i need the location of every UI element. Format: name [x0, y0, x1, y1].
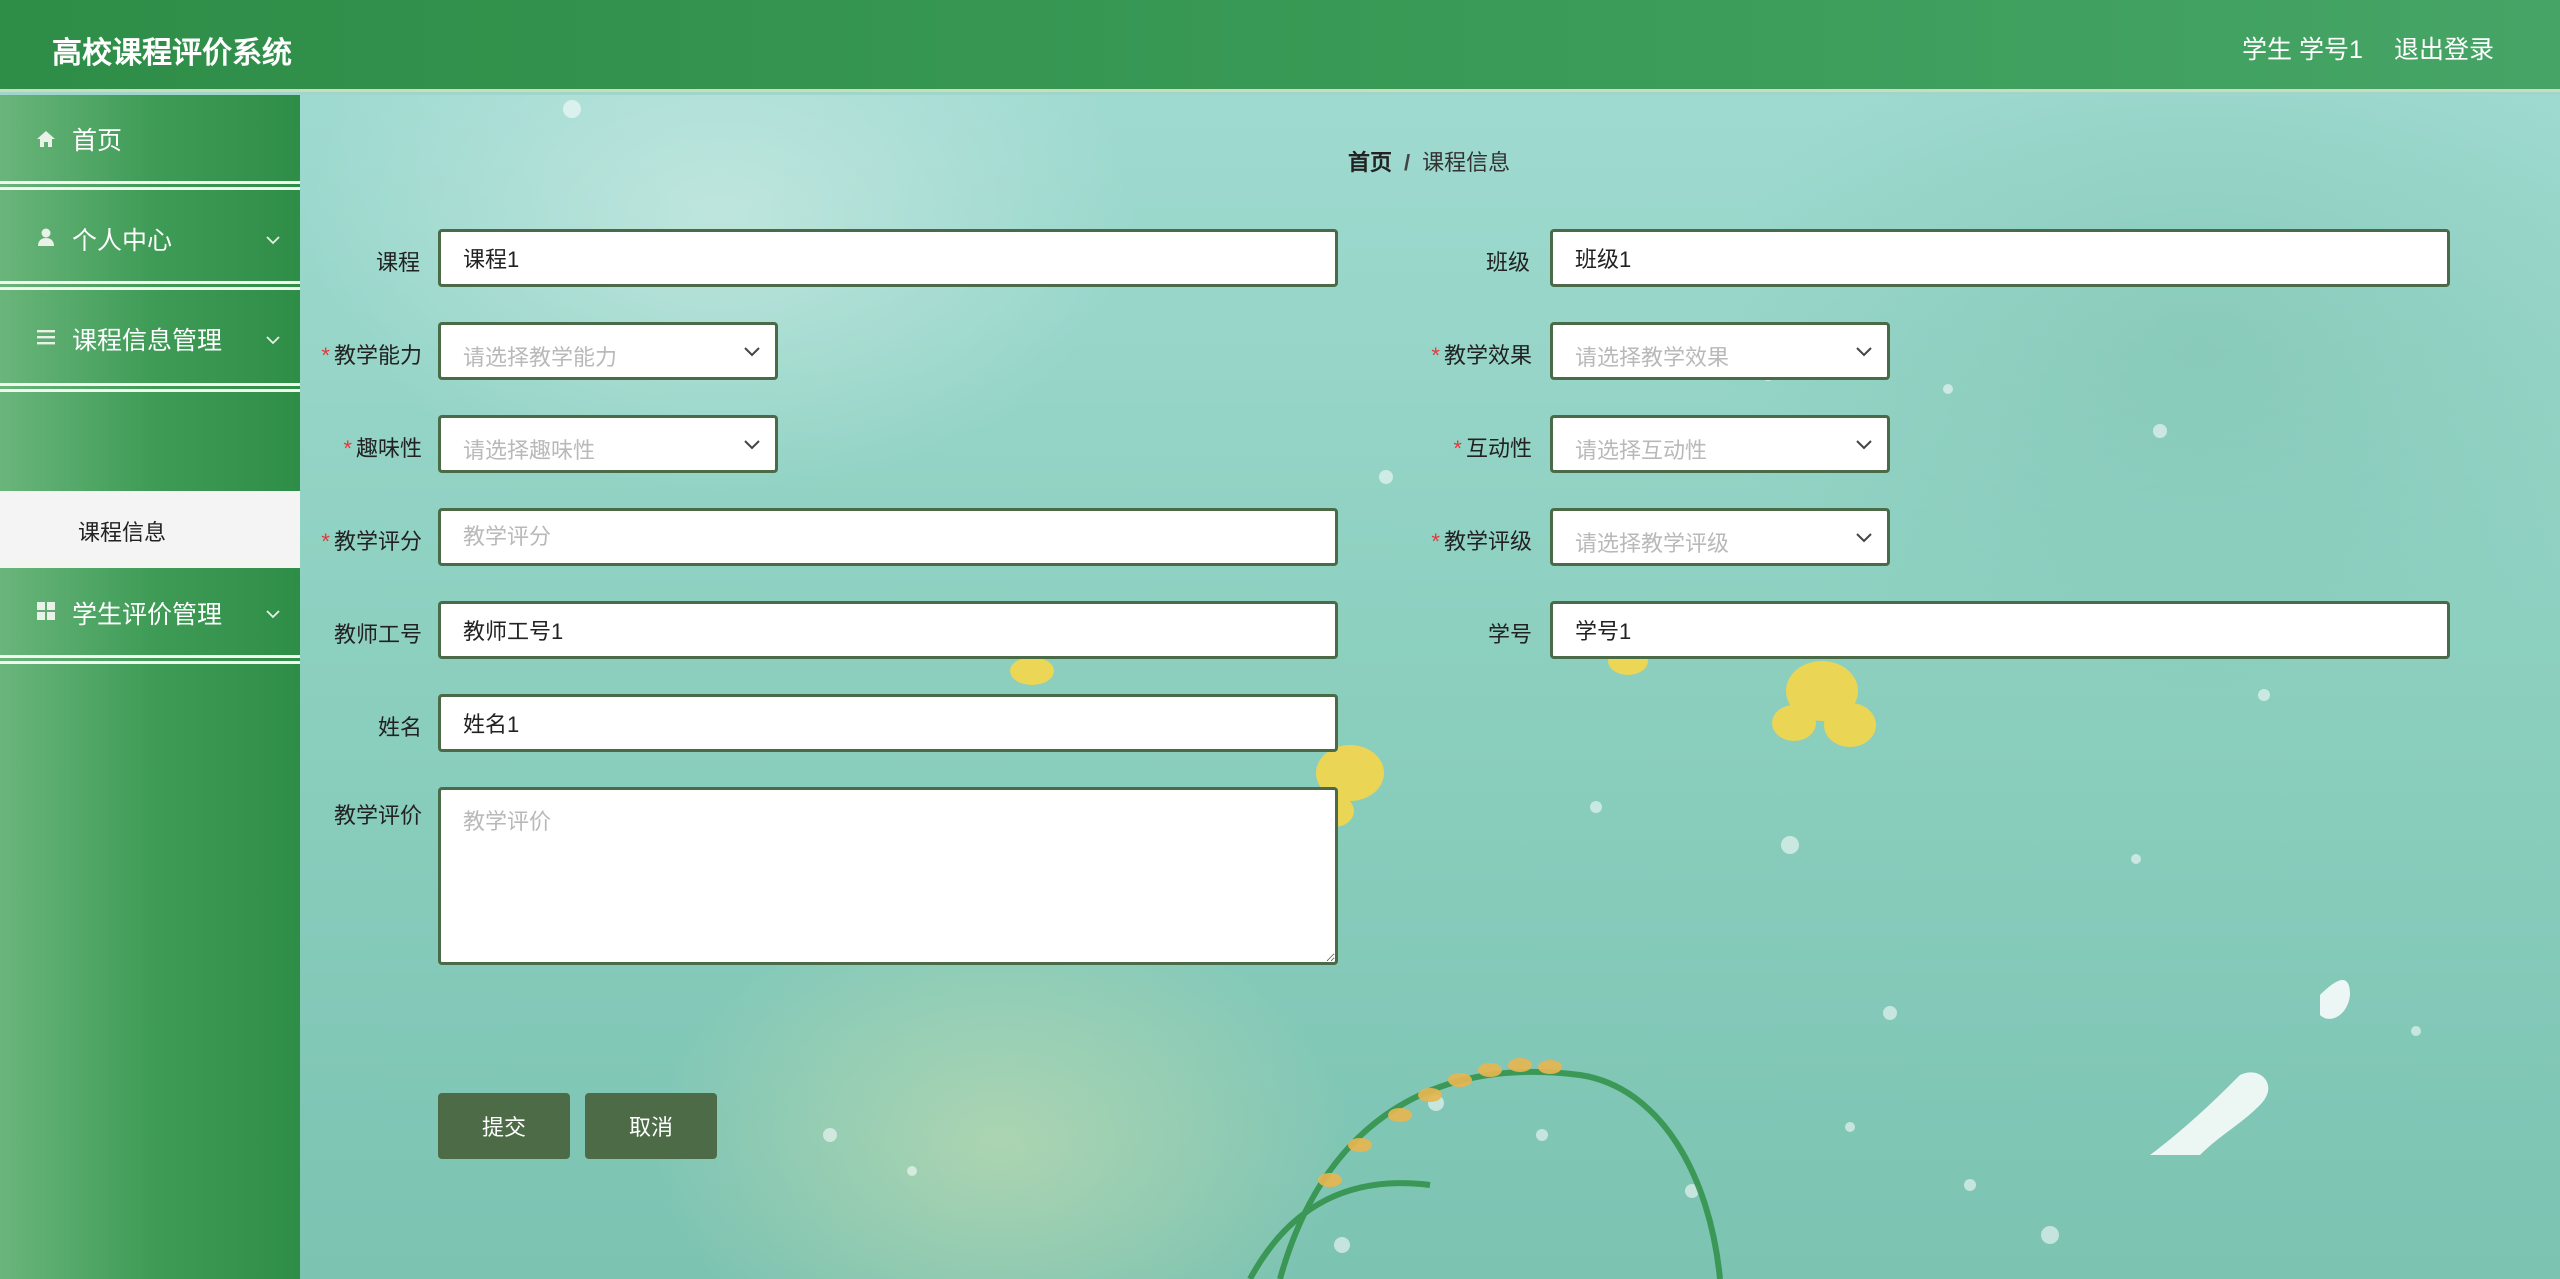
interaction-label: * 互动性	[1453, 436, 1532, 461]
sidebar: 首页 个人中心 课程信息管理 课程信息 学生评价管理	[0, 95, 300, 1279]
interest-select[interactable]: 请选择趣味性	[438, 415, 778, 473]
chevron-down-icon	[744, 440, 760, 450]
cancel-button[interactable]: 取消	[585, 1093, 717, 1159]
class-label: 班级	[1485, 250, 1530, 275]
name-label: 姓名	[377, 715, 422, 740]
teaching-ability-select[interactable]: 请选择教学能力	[438, 322, 778, 380]
top-bar: 高校课程评价系统 学生 学号1 退出登录	[0, 0, 2560, 92]
chevron-down-icon	[1856, 533, 1872, 543]
select-placeholder: 请选择互动性	[1575, 438, 1708, 463]
sidebar-item-course-management[interactable]: 课程信息管理	[0, 291, 300, 383]
home-icon	[37, 131, 55, 147]
breadcrumb-current: 课程信息	[1422, 150, 1511, 175]
teaching-grade-select[interactable]: 请选择教学评级	[1550, 508, 1890, 566]
sidebar-divider	[0, 383, 300, 392]
sidebar-item-label: 课程信息管理	[72, 327, 223, 355]
sidebar-divider	[0, 281, 300, 290]
current-user: 学生 学号1	[2242, 36, 2363, 64]
chevron-down-icon	[1856, 440, 1872, 450]
sidebar-item-evaluation-management[interactable]: 学生评价管理	[0, 565, 300, 657]
sidebar-item-home[interactable]: 首页	[0, 95, 300, 183]
evaluation-label: 教学评价	[333, 803, 422, 828]
student-id-label: 学号	[1487, 622, 1532, 647]
breadcrumb-home[interactable]: 首页	[1348, 150, 1392, 175]
sidebar-item-label: 学生评价管理	[72, 601, 223, 629]
chevron-down-icon	[266, 336, 280, 345]
breadcrumb: 首页 / 课程信息	[1348, 145, 1510, 177]
course-label: 课程	[375, 250, 420, 275]
user-icon	[38, 228, 54, 246]
select-placeholder: 请选择教学能力	[463, 345, 618, 370]
grid-icon	[37, 602, 55, 620]
list-icon	[37, 330, 55, 345]
sidebar-item-label: 首页	[72, 127, 123, 155]
select-placeholder: 请选择趣味性	[463, 438, 596, 463]
sidebar-subitem-course-info[interactable]: 课程信息	[0, 491, 300, 565]
interaction-select[interactable]: 请选择互动性	[1550, 415, 1890, 473]
sidebar-item-personal[interactable]: 个人中心	[0, 193, 300, 281]
select-placeholder: 请选择教学评级	[1575, 531, 1730, 556]
teaching-score-label: * 教学评分	[321, 529, 422, 554]
course-field[interactable]	[438, 229, 1338, 287]
teacher-id-field[interactable]	[438, 601, 1338, 659]
teaching-ability-label: * 教学能力	[321, 343, 422, 368]
teaching-grade-label: * 教学评级	[1431, 529, 1532, 554]
name-field[interactable]	[438, 694, 1338, 752]
teacher-id-label: 教师工号	[333, 622, 422, 647]
select-placeholder: 请选择教学效果	[1575, 345, 1730, 370]
teaching-score-input[interactable]	[438, 508, 1338, 566]
chevron-down-icon	[744, 347, 760, 357]
main-content: 首页 / 课程信息 课程 班级 *教学能力 请选择教学能力 *教学效果 请选择教学效…	[300, 95, 2560, 1279]
app-title: 高校课程评价系统	[52, 37, 292, 70]
breadcrumb-separator: /	[1404, 150, 1411, 175]
sidebar-divider	[0, 181, 300, 190]
chevron-down-icon	[266, 610, 280, 619]
teaching-effect-select[interactable]: 请选择教学效果	[1550, 322, 1890, 380]
logout-link[interactable]: 退出登录	[2394, 30, 2494, 66]
teaching-effect-label: * 教学效果	[1431, 343, 1532, 368]
evaluation-textarea[interactable]	[438, 787, 1338, 965]
sidebar-subitem-label: 课程信息	[78, 520, 167, 545]
chevron-down-icon	[266, 236, 280, 245]
interest-label: * 趣味性	[343, 436, 422, 461]
submit-button[interactable]: 提交	[438, 1093, 570, 1159]
class-field[interactable]	[1550, 229, 2450, 287]
chevron-down-icon	[1856, 347, 1872, 357]
student-id-field[interactable]	[1550, 601, 2450, 659]
sidebar-divider	[0, 559, 300, 568]
sidebar-item-label: 个人中心	[72, 227, 173, 255]
sidebar-divider	[0, 655, 300, 664]
